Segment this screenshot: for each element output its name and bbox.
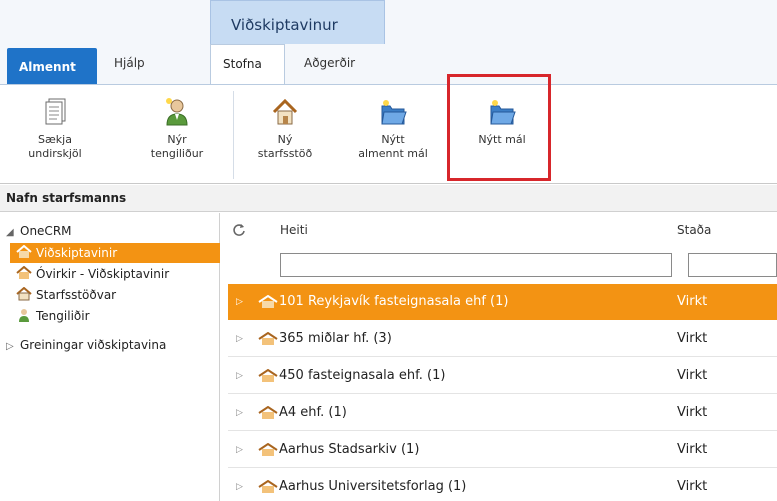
heiti-filter-input[interactable] xyxy=(280,253,672,277)
row-name: A4 ehf. (1) xyxy=(279,405,347,420)
sidebar-item-ovirkir[interactable]: Óvirkir - Viðskiptavinir xyxy=(16,264,220,284)
row-name: Aarhus Universitetsforlag (1) xyxy=(279,479,467,494)
row-status: Virkt xyxy=(677,479,708,494)
collapsed-arrow-icon: ▷ xyxy=(6,341,14,352)
house-icon xyxy=(16,245,32,258)
expand-arrow-icon[interactable]: ▷ xyxy=(236,469,246,501)
company-icon xyxy=(258,480,278,493)
tree-group-label: Greiningar viðskiptavina xyxy=(20,338,167,352)
ribbon-toolbar: Sækja undirskjöl Nýr tengiliður Ný starf… xyxy=(0,84,777,184)
nyr-tengilidur-label: Nýr tengiliður xyxy=(150,133,204,160)
table-row[interactable]: ▷ A4 ehf. (1) Virkt xyxy=(228,395,777,431)
row-name: 365 miðlar hf. (3) xyxy=(279,331,392,346)
contact-icon xyxy=(19,309,29,322)
expand-arrow-icon[interactable]: ▷ xyxy=(236,358,246,394)
nyr-tengilidur-button[interactable]: Nýr tengiliður xyxy=(142,97,212,161)
company-icon xyxy=(258,295,278,308)
nytt-almennt-mal-label: Nýtt almennt mál xyxy=(358,133,428,160)
expanded-arrow-icon: ◢ xyxy=(6,227,14,238)
table-row[interactable]: ▷ 365 miðlar hf. (3) Virkt xyxy=(228,321,777,357)
saekja-label: Sækja undirskjöl xyxy=(28,133,82,160)
row-status: Virkt xyxy=(677,405,708,420)
company-icon xyxy=(258,443,278,456)
saekja-undirskjol-button[interactable]: Sækja undirskjöl xyxy=(20,97,90,161)
table-row[interactable]: ▷ 450 fasteignasala ehf. (1) Virkt xyxy=(228,358,777,394)
highlight-box xyxy=(447,74,551,181)
ny-starfsstod-label: Ný starfsstöð xyxy=(257,133,313,160)
row-status: Virkt xyxy=(677,331,708,346)
row-name: 450 fasteignasala ehf. (1) xyxy=(279,368,446,383)
column-stada[interactable]: Staða xyxy=(677,223,711,237)
sidebar-item-label: Tengiliðir xyxy=(36,309,90,323)
ribbon-tab-bar: Viðskiptavinur Almennt Hjálp Stofna Aðge… xyxy=(0,0,777,84)
tree-group-greiningar[interactable]: ▷ Greiningar viðskiptavina xyxy=(6,335,216,355)
document-icon xyxy=(45,98,66,125)
sidebar-item-label: Starfsstöðvar xyxy=(36,288,117,302)
expand-arrow-icon[interactable]: ▷ xyxy=(236,395,246,431)
tab-adgerdir[interactable]: Aðgerðir xyxy=(300,44,380,84)
row-status: Virkt xyxy=(677,368,708,383)
tab-stofna[interactable]: Stofna xyxy=(210,44,285,84)
house-icon xyxy=(16,266,32,279)
company-icon xyxy=(258,332,278,345)
sidebar-item-vidskiptavinir[interactable]: Viðskiptavinir xyxy=(10,243,220,263)
row-status: Virkt xyxy=(677,442,708,457)
expand-arrow-icon[interactable]: ▷ xyxy=(236,432,246,468)
stada-filter-input[interactable] xyxy=(688,253,777,277)
grid-header: Heiti Staða xyxy=(228,213,777,245)
home-icon xyxy=(272,98,298,125)
new-contact-icon xyxy=(166,98,188,126)
company-icon xyxy=(258,369,278,382)
filter-row xyxy=(228,249,777,283)
sidebar-item-label: Óvirkir - Viðskiptavinir xyxy=(36,267,170,281)
sidebar-tree: ◢ OneCRM Viðskiptavinir Óvirkir - Viðskip… xyxy=(0,213,220,501)
table-row[interactable]: ▷ Aarhus Universitetsforlag (1) Virkt xyxy=(228,469,777,501)
tree-root-label: OneCRM xyxy=(20,224,72,238)
nytt-almennt-mal-button[interactable]: Nýtt almennt mál xyxy=(353,97,433,161)
row-status: Virkt xyxy=(677,294,708,309)
sidebar-item-starfsstodvar[interactable]: Starfsstöðvar xyxy=(16,285,220,305)
section-title: Nafn starfsmanns xyxy=(0,185,777,212)
context-tab-header: Viðskiptavinur xyxy=(210,0,385,44)
ribbon-separator xyxy=(233,91,234,179)
column-heiti[interactable]: Heiti xyxy=(280,223,308,237)
row-name: 101 Reykjavík fasteignasala ehf (1) xyxy=(279,294,509,309)
expand-arrow-icon[interactable]: ▷ xyxy=(236,284,246,320)
table-row[interactable]: ▷ Aarhus Stadsarkiv (1) Virkt xyxy=(228,432,777,468)
row-name: Aarhus Stadsarkiv (1) xyxy=(279,442,420,457)
new-folder-icon xyxy=(381,100,407,125)
ny-starfsstod-button[interactable]: Ný starfsstöð xyxy=(250,97,320,161)
refresh-icon[interactable] xyxy=(232,223,246,237)
tab-almennt[interactable]: Almennt xyxy=(7,48,97,84)
customer-grid: Heiti Staða ▷ 101 Reykjavík fasteignasal… xyxy=(228,213,777,501)
expand-arrow-icon[interactable]: ▷ xyxy=(236,321,246,357)
sidebar-item-tengilidir[interactable]: Tengiliðir xyxy=(16,306,220,326)
home-icon xyxy=(16,287,32,301)
company-icon xyxy=(258,406,278,419)
tree-root-onecrm[interactable]: ◢ OneCRM xyxy=(6,221,216,241)
table-row[interactable]: ▷ 101 Reykjavík fasteignasala ehf (1) Vi… xyxy=(228,284,777,320)
sidebar-item-label: Viðskiptavinir xyxy=(36,246,118,260)
tab-hjalp[interactable]: Hjálp xyxy=(110,44,170,84)
